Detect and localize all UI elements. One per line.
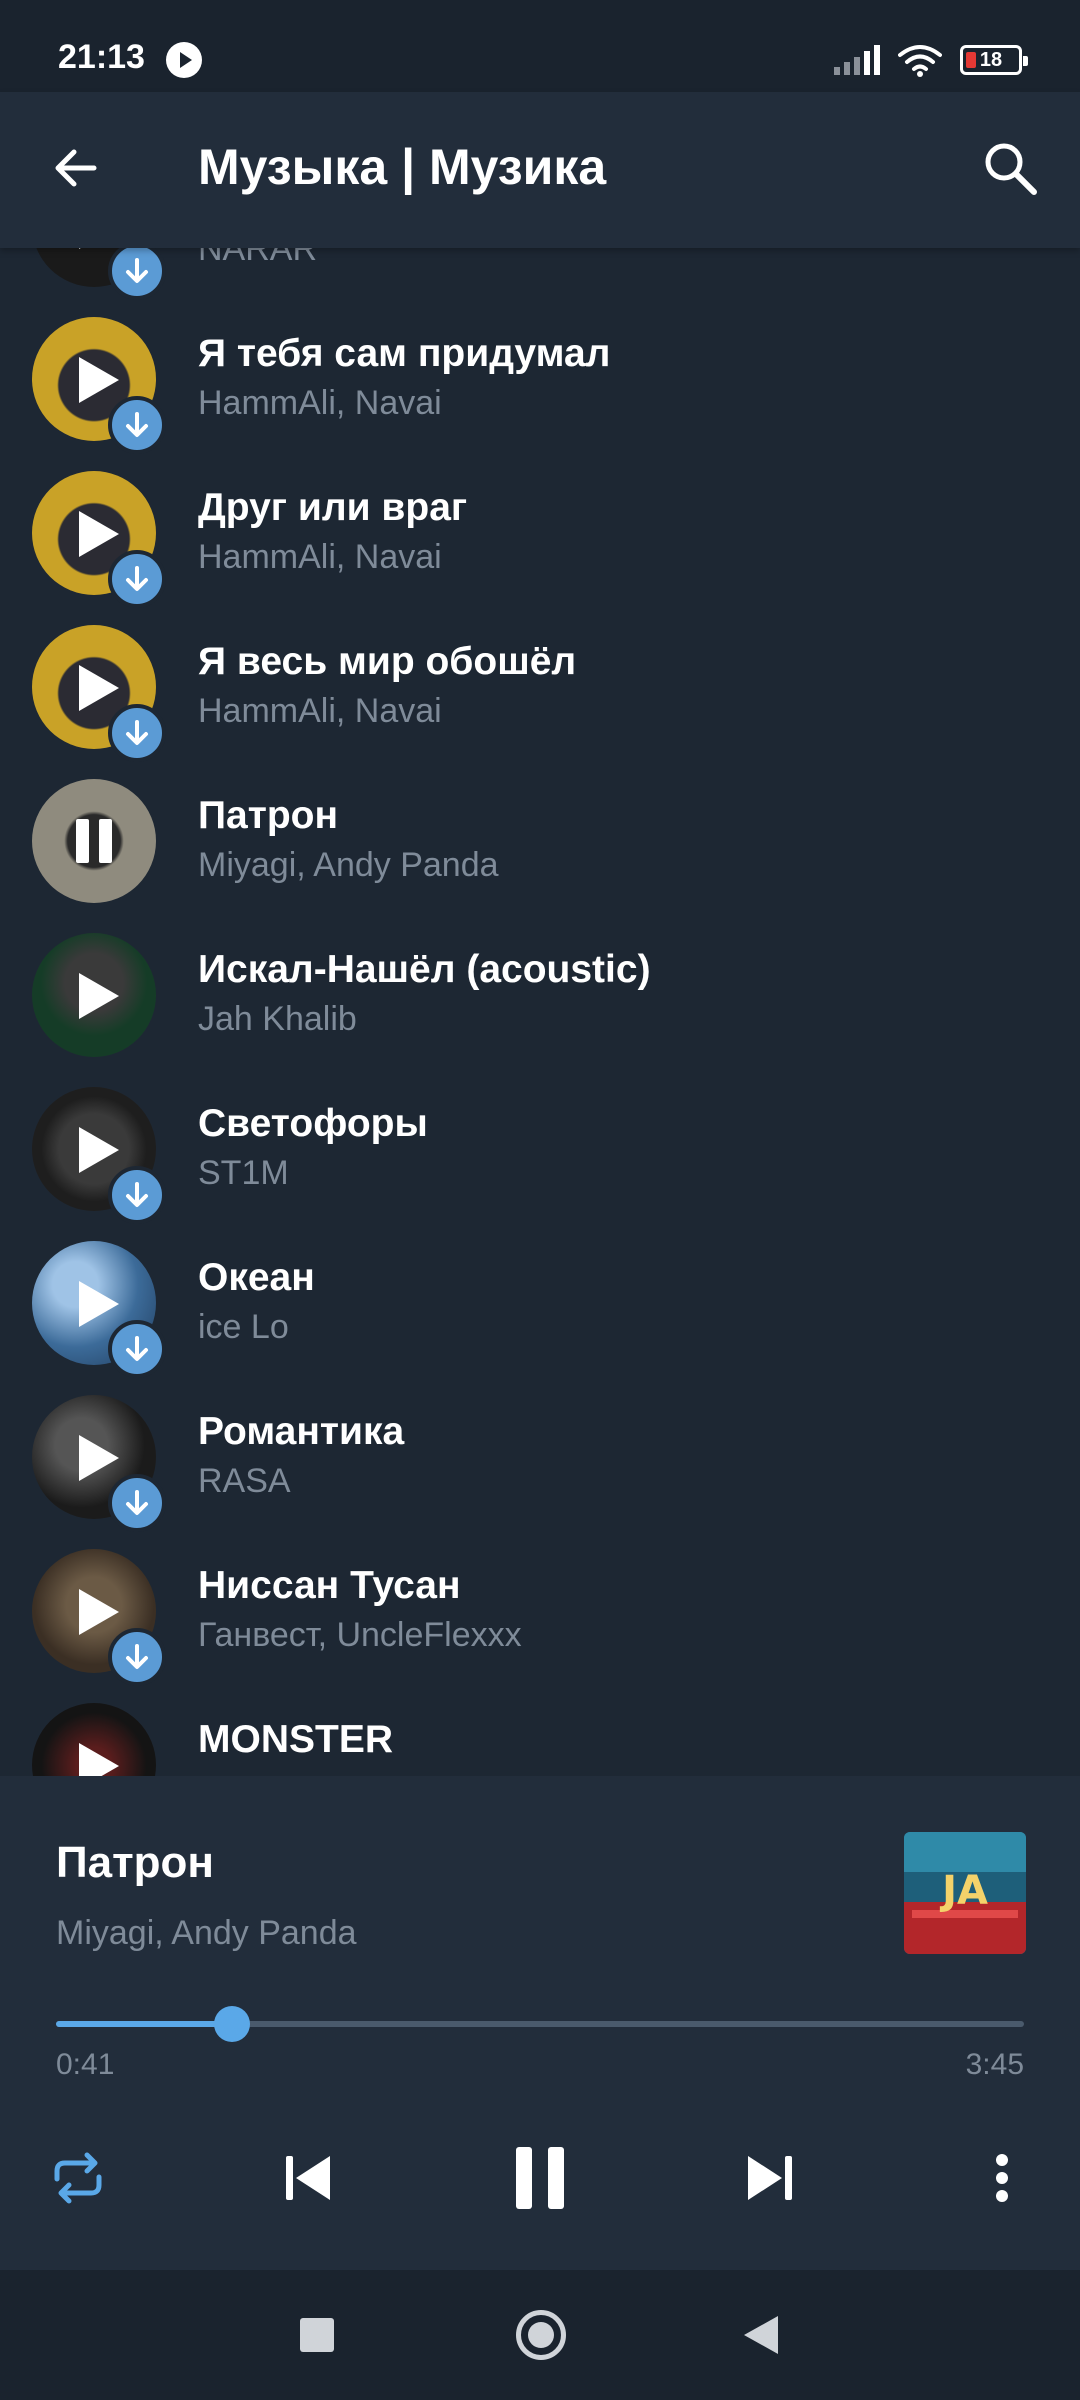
seek-progress xyxy=(56,2021,233,2027)
track-row[interactable]: Океан ice Lo xyxy=(0,1226,1080,1380)
total-duration: 3:45 xyxy=(965,2048,1024,2081)
album-art-label: JA xyxy=(939,1868,988,1914)
track-title: Я тебя сам придумал xyxy=(198,332,611,375)
track-title: Я весь мир обошёл xyxy=(198,640,577,683)
app-bar: Музыка | Музика xyxy=(0,92,1080,248)
download-icon xyxy=(126,412,148,437)
now-playing-panel: Патрон Miyagi, Andy Panda JA 0:41 3:45 xyxy=(0,1776,1080,2270)
previous-icon xyxy=(286,2156,330,2200)
status-time: 21:13 xyxy=(58,38,145,76)
download-icon xyxy=(126,1490,148,1515)
album-art[interactable]: JA xyxy=(904,1832,1026,1954)
pause-icon[interactable] xyxy=(74,819,114,863)
pause-icon xyxy=(516,2147,564,2209)
track-row[interactable]: NARAR xyxy=(0,248,1080,302)
track-artist: Miyagi, Andy Panda xyxy=(198,846,499,884)
track-title: Романтика xyxy=(198,1410,405,1453)
track-row[interactable]: Светофоры ST1M xyxy=(0,1072,1080,1226)
play-icon[interactable] xyxy=(79,511,119,557)
status-icons: 18 xyxy=(834,40,1028,80)
download-icon xyxy=(126,258,148,283)
now-playing-artist: Miyagi, Andy Panda xyxy=(56,1914,357,1952)
elapsed-time: 0:41 xyxy=(56,2048,115,2081)
search-icon[interactable] xyxy=(978,136,1042,200)
system-nav-bar xyxy=(0,2270,1080,2400)
track-artist: HammAli, Navai xyxy=(198,538,442,576)
download-badge[interactable] xyxy=(108,1320,166,1378)
track-row[interactable]: Я тебя сам придумал HammAli, Navai xyxy=(0,302,1080,456)
pause-button[interactable] xyxy=(500,2138,580,2218)
download-badge[interactable] xyxy=(108,1628,166,1686)
download-badge[interactable] xyxy=(108,704,166,762)
download-badge[interactable] xyxy=(108,1474,166,1532)
page-title: Музыка | Музика xyxy=(198,139,607,195)
play-icon[interactable] xyxy=(79,665,119,711)
repeat-icon xyxy=(54,2152,102,2204)
signal-icon xyxy=(834,45,880,75)
wifi-icon xyxy=(898,45,942,77)
track-row[interactable]: Романтика RASA xyxy=(0,1380,1080,1534)
track-title: MONSTER xyxy=(198,1718,393,1761)
track-artist: ice Lo xyxy=(198,1308,289,1346)
track-artist: NARAR xyxy=(198,248,318,268)
album-art-image: JA xyxy=(904,1832,1026,1954)
download-badge[interactable] xyxy=(108,550,166,608)
download-badge[interactable] xyxy=(108,248,166,300)
play-icon[interactable] xyxy=(79,973,119,1019)
track-artist: ST1M xyxy=(198,1154,289,1192)
media-playing-icon xyxy=(166,42,202,78)
track-row[interactable]: Ниссан Тусан Ганвест, UncleFlexxx xyxy=(0,1534,1080,1688)
recents-icon[interactable] xyxy=(300,2318,334,2352)
track-row-now-playing[interactable]: Патрон Miyagi, Andy Panda xyxy=(0,764,1080,918)
play-icon[interactable] xyxy=(79,357,119,403)
play-icon[interactable] xyxy=(79,1743,119,1776)
previous-button[interactable] xyxy=(268,2138,348,2218)
play-icon[interactable] xyxy=(79,1281,119,1327)
battery-icon: 18 xyxy=(960,45,1028,75)
next-button[interactable] xyxy=(730,2138,810,2218)
track-list[interactable]: NARAR Я тебя сам придумал HammAli, Navai… xyxy=(0,248,1080,1776)
track-artist: HammAli, Navai xyxy=(198,384,442,422)
seek-thumb[interactable] xyxy=(214,2006,251,2042)
track-title: Ниссан Тусан xyxy=(198,1564,461,1607)
play-icon[interactable] xyxy=(79,1589,119,1635)
download-icon xyxy=(126,720,148,745)
home-icon[interactable] xyxy=(516,2310,566,2360)
track-cover[interactable] xyxy=(32,779,156,903)
play-icon[interactable] xyxy=(79,1127,119,1173)
more-vertical-icon xyxy=(996,2154,1008,2202)
track-row[interactable]: Друг или враг HammAli, Navai xyxy=(0,456,1080,610)
track-row[interactable]: Искал-Нашёл (acoustic) Jah Khalib xyxy=(0,918,1080,1072)
track-cover[interactable] xyxy=(32,933,156,1057)
now-playing-title: Патрон xyxy=(56,1838,214,1887)
back-icon[interactable] xyxy=(744,2316,778,2354)
download-icon xyxy=(126,566,148,591)
download-badge[interactable] xyxy=(108,396,166,454)
next-icon xyxy=(748,2156,792,2200)
battery-level: 18 xyxy=(979,48,1003,71)
track-title: Друг или враг xyxy=(198,486,468,529)
track-cover[interactable] xyxy=(32,1703,156,1776)
play-icon[interactable] xyxy=(79,248,119,249)
track-title: Патрон xyxy=(198,794,339,837)
track-artist: Ганвест, UncleFlexxx xyxy=(198,1616,522,1654)
more-options-button[interactable] xyxy=(962,2138,1042,2218)
track-row[interactable]: MONSTER xyxy=(0,1688,1080,1776)
status-bar: 21:13 18 xyxy=(0,0,1080,92)
track-title: Светофоры xyxy=(198,1102,428,1145)
track-row[interactable]: Я весь мир обошёл HammAli, Navai xyxy=(0,610,1080,764)
track-artist: Jah Khalib xyxy=(198,1000,357,1038)
download-icon xyxy=(126,1182,148,1207)
download-icon xyxy=(126,1644,148,1669)
play-icon[interactable] xyxy=(79,1435,119,1481)
track-artist: RASA xyxy=(198,1462,291,1500)
track-title: Океан xyxy=(198,1256,315,1299)
seek-bar[interactable] xyxy=(56,2006,1024,2042)
track-artist: HammAli, Navai xyxy=(198,692,442,730)
repeat-button[interactable] xyxy=(38,2138,118,2218)
download-badge[interactable] xyxy=(108,1166,166,1224)
track-title: Искал-Нашёл (acoustic) xyxy=(198,948,651,991)
download-icon xyxy=(126,1336,148,1361)
arrow-left-icon[interactable] xyxy=(48,140,104,196)
